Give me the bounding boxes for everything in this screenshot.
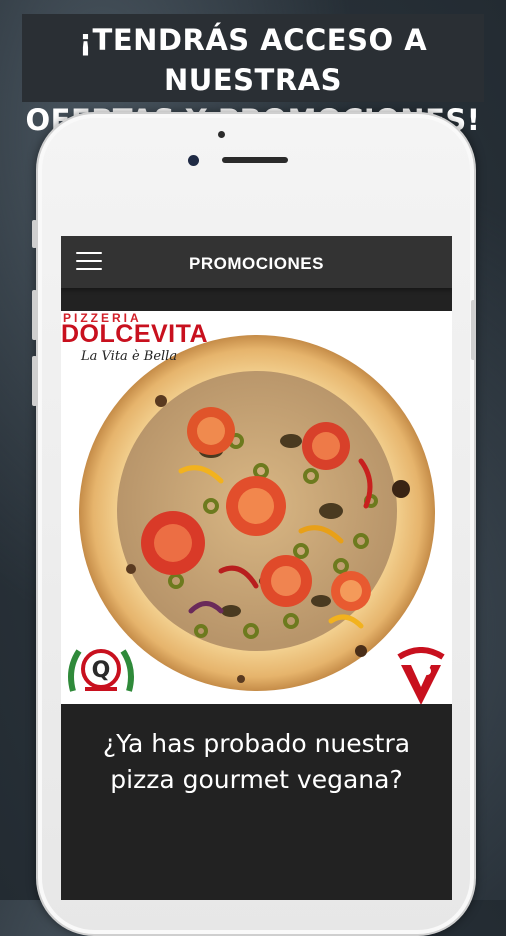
brand-v-logo-icon bbox=[397, 647, 445, 704]
brand-tagline: La Vita è Bella bbox=[81, 349, 178, 364]
page-title: PROMOCIONES bbox=[189, 254, 324, 273]
proximity-sensor bbox=[218, 131, 225, 138]
brand-logo-text: DOLCEVITA bbox=[61, 320, 209, 348]
phone-side-button bbox=[32, 220, 37, 248]
promo-banner-image[interactable]: PIZZERIA DOLCEVITA La Vita è Bella Q bbox=[61, 311, 452, 704]
promo-line-2: pizza gourmet vegana? bbox=[110, 765, 403, 794]
headline-line-1: ¡TENDRÁS ACCESO A NUESTRAS bbox=[78, 23, 428, 97]
earpiece-speaker bbox=[222, 157, 288, 163]
seal-letter: Q bbox=[92, 658, 111, 683]
promo-headline: ¡TENDRÁS ACCESO A NUESTRAS OFERTAS Y PRO… bbox=[22, 14, 484, 137]
front-camera bbox=[188, 155, 199, 166]
promo-line-1: ¿Ya has probado nuestra bbox=[102, 729, 411, 758]
phone-side-button bbox=[471, 300, 476, 360]
phone-side-button bbox=[32, 356, 37, 406]
app-bar: PROMOCIONES bbox=[61, 236, 452, 288]
promo-message: ¿Ya has probado nuestra pizza gourmet ve… bbox=[61, 726, 452, 798]
app-screen: PROMOCIONES PIZZERIA DOLCEVITA La Vita è… bbox=[61, 236, 452, 900]
phone-side-button bbox=[32, 290, 37, 340]
quality-seal-icon: Q bbox=[68, 649, 134, 692]
